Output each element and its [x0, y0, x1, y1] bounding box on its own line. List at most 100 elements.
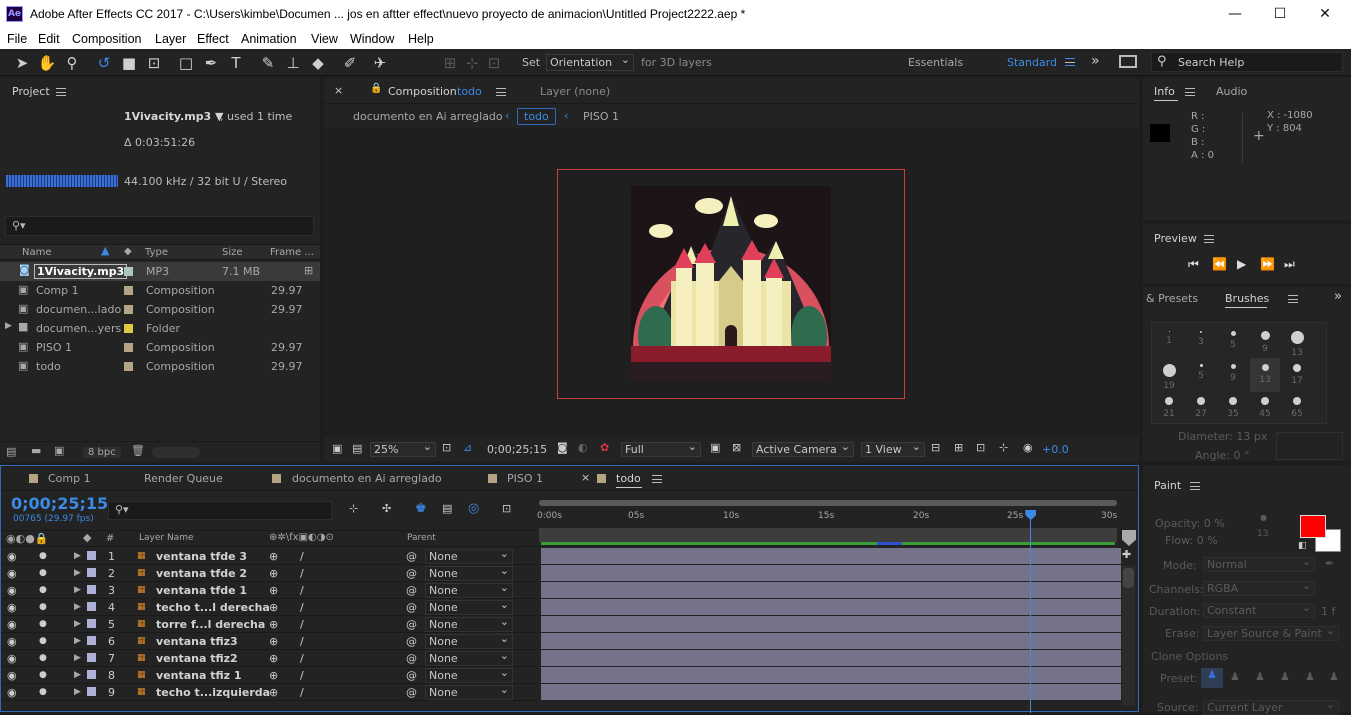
project-item[interactable]: ▣ documen...lado Composition 29.97	[0, 300, 320, 319]
view-layout-dropdown[interactable]: 1 View	[861, 440, 925, 457]
menu-animation[interactable]: Animation	[241, 32, 297, 46]
col-size[interactable]: Size	[222, 247, 243, 258]
previous-frame-icon[interactable]: ⏪	[1212, 257, 1227, 271]
draft-3d-icon[interactable]: ✣	[382, 502, 391, 515]
quality-slash-icon[interactable]: /	[300, 669, 304, 682]
zoom-tool-icon[interactable]: ⚲	[62, 53, 82, 73]
timeline-layer-row[interactable]: ◉ ● ▶ 2 ▦ ventana tfde 2 ⊕ / @ None	[1, 564, 537, 582]
expand-arrow-icon[interactable]: ▶	[74, 602, 81, 612]
brush-tip[interactable]: 27	[1186, 391, 1216, 425]
timeline-layer-row[interactable]: ◉ ● ▶ 7 ▦ ventana tfiz2 ⊕ / @ None	[1, 649, 537, 667]
clone-preset-6-icon[interactable]: ♟	[1329, 670, 1339, 683]
layer-duration-bar[interactable]	[541, 565, 1121, 581]
snapshot-icon[interactable]: ◙	[557, 441, 568, 454]
project-item[interactable]: ▣ todo Composition 29.97	[0, 357, 320, 376]
layer-name[interactable]: ventana tfde 2	[156, 567, 247, 580]
hand-tool-icon[interactable]: ✋	[37, 53, 57, 73]
project-item[interactable]: ▣ Comp 1 Composition 29.97	[0, 281, 320, 300]
tab-render-queue[interactable]: Render Queue	[144, 472, 223, 485]
label-swatch[interactable]	[124, 324, 133, 333]
rotate-tool-icon[interactable]: ↺	[94, 53, 114, 73]
collapse-transform-icon[interactable]: ⊕	[269, 567, 278, 580]
expand-arrow-icon[interactable]: ▶	[74, 636, 81, 646]
layer-name[interactable]: ventana tfiz 1	[156, 669, 242, 682]
label-swatch[interactable]	[87, 585, 96, 594]
label-swatch[interactable]	[124, 305, 133, 314]
timeline-layer-row[interactable]: ◉ ● ▶ 6 ▦ ventana tfiz3 ⊕ / @ None	[1, 632, 537, 650]
label-swatch[interactable]	[87, 687, 96, 696]
visibility-eye-icon[interactable]: ◉	[7, 584, 17, 597]
collapse-transform-icon[interactable]: ⊕	[269, 669, 278, 682]
comp-button-icon[interactable]: ✚	[1122, 548, 1131, 561]
playhead[interactable]	[1025, 510, 1037, 713]
selected-item-name[interactable]: 1Vivacity.mp3 ▼	[124, 110, 224, 123]
work-area-bar[interactable]	[539, 500, 1117, 506]
layer-name[interactable]: ventana tfde 1	[156, 584, 247, 597]
paint-tab[interactable]: Paint	[1154, 479, 1181, 492]
collapse-transform-icon[interactable]: ⊕	[269, 584, 278, 597]
sync-settings-icon[interactable]	[1119, 55, 1137, 68]
timeline-icon[interactable]: ⊡	[976, 441, 985, 454]
label-swatch[interactable]	[124, 267, 133, 276]
label-swatch[interactable]	[87, 619, 96, 628]
visibility-eye-icon[interactable]: ◉	[7, 601, 17, 614]
channel-icon[interactable]: ✿	[600, 441, 609, 454]
menu-file[interactable]: File	[7, 32, 27, 46]
motion-blur-icon[interactable]: ◎	[468, 501, 479, 516]
col-layer-name[interactable]: Layer Name	[139, 533, 194, 543]
clone-preset-2-icon[interactable]: ♟	[1230, 670, 1240, 683]
close-tab-icon[interactable]: ×	[581, 471, 590, 484]
parent-dropdown[interactable]: None	[425, 649, 513, 666]
time-ruler[interactable]: 0:00s 05s 10s 15s 20s 25s 30s	[537, 496, 1121, 546]
close-button[interactable]: ✕	[1305, 4, 1345, 24]
preview-menu-icon[interactable]	[1204, 235, 1214, 243]
composition-tab-prefix[interactable]: Composition	[388, 85, 457, 98]
brush-tool-icon[interactable]: ✎	[258, 53, 278, 73]
parent-dropdown[interactable]: None	[425, 547, 513, 564]
solo-dot-icon[interactable]: ●	[39, 619, 47, 629]
frame-blending-icon[interactable]: ▤	[442, 502, 452, 515]
layer-name[interactable]: techo t...izquierda	[156, 686, 270, 699]
visibility-eye-icon[interactable]: ◉	[7, 567, 17, 580]
collapse-transform-icon[interactable]: ⊕	[269, 652, 278, 665]
label-column-icon[interactable]: ◆	[124, 246, 132, 257]
visibility-eye-icon[interactable]: ◉	[7, 618, 17, 631]
parent-dropdown[interactable]: None	[425, 598, 513, 615]
layer-name[interactable]: ventana tfiz3	[156, 635, 238, 648]
puppet-tool-icon[interactable]: ✈	[370, 53, 390, 73]
fit-icon[interactable]: ⊡	[442, 441, 451, 454]
camera-dropdown[interactable]: Active Camera	[752, 440, 854, 457]
more-workspaces-icon[interactable]: »	[1091, 53, 1100, 69]
menu-layer[interactable]: Layer	[155, 32, 186, 46]
timeline-layer-row[interactable]: ◉ ● ▶ 1 ▦ ventana tfde 3 ⊕ / @ None	[1, 547, 537, 565]
parent-dropdown[interactable]: None	[425, 666, 513, 683]
clone-stamp-tool-icon[interactable]: ⊥	[283, 53, 303, 73]
lock-icon[interactable]: 🔒	[370, 83, 382, 94]
new-composition-icon[interactable]: ▣	[54, 444, 64, 457]
selection-tool-icon[interactable]: ➤	[12, 53, 32, 73]
timeline-layer-row[interactable]: ◉ ● ▶ 8 ▦ ventana tfiz 1 ⊕ / @ None	[1, 666, 537, 684]
shy-layers-icon[interactable]: ♚	[415, 501, 427, 516]
pen-tool-icon[interactable]: ✒	[201, 53, 221, 73]
layer-duration-bar[interactable]	[541, 548, 1121, 564]
close-tab-icon[interactable]: ×	[334, 84, 343, 97]
timeline-scrollbar[interactable]	[1122, 566, 1135, 706]
expand-arrow-icon[interactable]: ▶	[5, 321, 12, 331]
brush-tip[interactable]: 1	[1154, 325, 1184, 359]
quality-slash-icon[interactable]: /	[300, 618, 304, 631]
visibility-eye-icon[interactable]: ◉	[7, 669, 17, 682]
solo-dot-icon[interactable]: ●	[39, 602, 47, 612]
label-swatch[interactable]	[87, 568, 96, 577]
timeline-menu-icon[interactable]	[652, 475, 662, 483]
parent-pickwhip-icon[interactable]: @	[406, 652, 417, 665]
new-folder-icon[interactable]: ▬	[31, 444, 41, 457]
timeline-layer-row[interactable]: ◉ ● ▶ 4 ▦ techo t...l derecha ⊕ / @ None	[1, 598, 537, 616]
pan-behind-tool-icon[interactable]: ⊡	[144, 53, 164, 73]
collapse-transform-icon[interactable]: ⊕	[269, 618, 278, 631]
brush-tips-grid[interactable]: 1 3 5 9 13 19 5 9 13 17 21 27 35 45 65	[1151, 322, 1327, 424]
swap-colors-icon[interactable]: ◧	[1298, 541, 1307, 551]
label-swatch[interactable]	[124, 362, 133, 371]
clone-preset-1-icon[interactable]: ♟	[1201, 668, 1223, 688]
solo-dot-icon[interactable]: ●	[39, 568, 47, 578]
breadcrumb-item-active[interactable]: todo	[517, 108, 556, 125]
